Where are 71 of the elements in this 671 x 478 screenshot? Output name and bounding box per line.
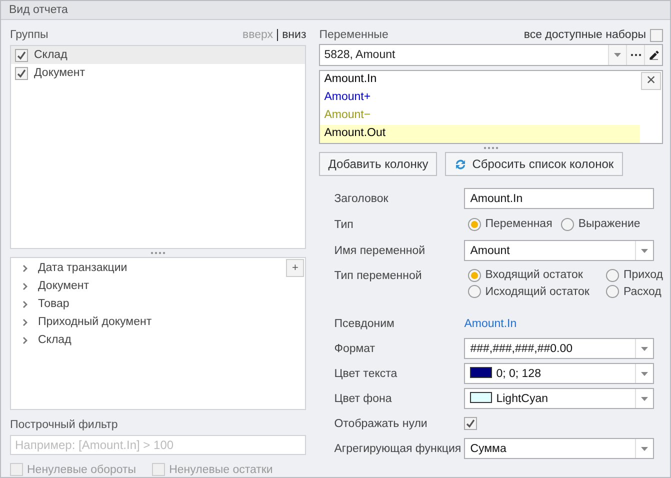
color-dropdown[interactable]: 0; 0; 128 bbox=[464, 363, 654, 384]
field-label: Цвет текста bbox=[334, 367, 398, 382]
checkbox[interactable] bbox=[650, 28, 663, 42]
expand-icon[interactable] bbox=[23, 264, 28, 272]
add-column-button[interactable]: Добавить колонку bbox=[319, 152, 438, 176]
caret-icon bbox=[641, 346, 648, 351]
move-down-link[interactable]: вниз bbox=[282, 28, 306, 42]
tree-item[interactable]: Товар bbox=[38, 297, 70, 312]
caret-icon bbox=[641, 446, 648, 451]
checkbox-label: Ненулевые обороты bbox=[27, 462, 136, 478]
radio-option[interactable]: Расход bbox=[606, 284, 663, 300]
caret-icon bbox=[641, 396, 648, 401]
checkbox-label: Ненулевые остатки bbox=[169, 462, 273, 478]
expand-icon[interactable] bbox=[23, 318, 28, 326]
radio-option[interactable]: Приход bbox=[606, 268, 663, 283]
field-label: Агрегирующая функция bbox=[334, 442, 462, 457]
expand-icon[interactable] bbox=[23, 282, 28, 290]
expand-icon[interactable] bbox=[23, 300, 28, 308]
dropdown-field[interactable]: Amount bbox=[464, 240, 654, 262]
dropdown-field[interactable]: Сумма bbox=[464, 438, 654, 460]
tree-item[interactable]: Склад bbox=[38, 333, 72, 348]
group-label: Документ bbox=[34, 66, 86, 81]
field-label: Формат bbox=[334, 342, 376, 357]
window-title: Вид отчета bbox=[1, 1, 670, 20]
group-label: Склад bbox=[34, 48, 68, 63]
refresh-icon bbox=[454, 158, 468, 171]
pencil-icon bbox=[648, 50, 658, 60]
field-label: Тип bbox=[334, 218, 354, 233]
more-button[interactable] bbox=[626, 45, 644, 66]
remove-button[interactable]: × bbox=[641, 72, 661, 90]
dropdown-field[interactable]: ###,###,###,##0.00 bbox=[464, 338, 654, 360]
variable-item[interactable]: Amount.In bbox=[320, 71, 640, 90]
text-field[interactable]: Amount.In bbox=[464, 188, 654, 210]
filter-field[interactable]: Например: [Amount.In] > 100 bbox=[10, 434, 306, 455]
field-label: Заголовок bbox=[334, 192, 390, 207]
variable-item[interactable]: Amount+ bbox=[320, 89, 640, 108]
field-label: Цвет фона bbox=[334, 392, 393, 407]
checkbox[interactable] bbox=[15, 66, 28, 80]
field-label: Тип переменной bbox=[334, 269, 423, 284]
alias-link[interactable]: Amount.In bbox=[464, 313, 517, 332]
caret-icon bbox=[641, 248, 648, 253]
radio-option[interactable]: Выражение bbox=[561, 217, 640, 232]
groups-label: Группы bbox=[10, 28, 48, 42]
group-item[interactable]: Документ bbox=[11, 64, 306, 82]
edit-button[interactable] bbox=[644, 45, 662, 66]
field-label: Отображать нули bbox=[334, 417, 428, 432]
radio-option[interactable]: Исходящий остаток bbox=[468, 284, 590, 300]
splitter-grip[interactable] bbox=[151, 252, 166, 254]
field-label: Имя переменной bbox=[334, 244, 426, 259]
group-item[interactable]: Склад bbox=[11, 46, 306, 64]
variables-label: Переменные bbox=[319, 28, 388, 42]
more-icon bbox=[630, 54, 640, 56]
variable-set-combo[interactable]: 5828, Amount bbox=[319, 44, 663, 66]
filter-label: Построчный фильтр bbox=[10, 418, 119, 433]
caret-icon bbox=[614, 53, 621, 58]
add-button[interactable]: + bbox=[286, 259, 304, 278]
color-dropdown[interactable]: LightCyan bbox=[464, 388, 654, 410]
all-sets-label: все доступные наборы bbox=[524, 28, 646, 42]
checkbox[interactable] bbox=[464, 417, 478, 430]
variable-item[interactable]: Amount.Out bbox=[320, 125, 640, 144]
tree-item[interactable]: Дата транзакции bbox=[38, 261, 128, 276]
field-label: Псевдоним bbox=[334, 317, 396, 332]
caret-icon bbox=[641, 372, 648, 376]
tree-item[interactable]: Документ bbox=[38, 279, 90, 294]
radio-option[interactable]: Входящий остаток bbox=[468, 268, 590, 283]
checkbox[interactable] bbox=[15, 48, 28, 62]
reset-columns-button[interactable]: Сбросить список колонок bbox=[445, 152, 623, 176]
splitter-grip[interactable] bbox=[484, 147, 498, 150]
tree-item[interactable]: Приходный документ bbox=[38, 315, 152, 330]
radio-option[interactable]: Переменная bbox=[468, 217, 552, 232]
expand-icon[interactable] bbox=[23, 336, 28, 344]
